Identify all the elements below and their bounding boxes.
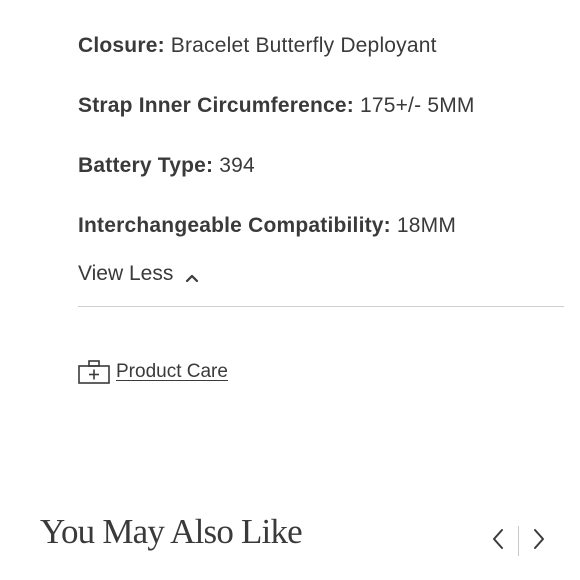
chevron-left-icon	[490, 527, 506, 556]
product-care-label: Product Care	[116, 361, 228, 382]
chevron-right-icon	[531, 527, 547, 556]
spec-row-battery-type: Battery Type: 394	[78, 136, 564, 196]
spec-row-strap-circumference: Strap Inner Circumference: 175+/- 5MM	[78, 76, 564, 136]
spec-value: 394	[219, 154, 255, 177]
product-care-link[interactable]: Product Care	[78, 358, 228, 386]
spec-label: Interchangeable Compatibility:	[78, 214, 391, 237]
spec-value: 18MM	[396, 214, 457, 237]
carousel-prev-button[interactable]	[484, 524, 512, 558]
spec-row-closure: Closure: Bracelet Butterfly Deployant	[78, 16, 564, 76]
carousel-nav-separator	[518, 526, 519, 556]
chevron-up-icon	[185, 267, 199, 283]
product-specs: Closure: Bracelet Butterfly Deployant St…	[78, 16, 564, 256]
spec-value: Bracelet Butterfly Deployant	[170, 34, 437, 57]
recommendations-title: You May Also Like	[40, 512, 303, 551]
spec-label: Closure:	[78, 34, 165, 57]
spec-label: Battery Type:	[78, 154, 214, 177]
view-less-label: View Less	[78, 262, 174, 285]
section-divider	[78, 306, 564, 307]
carousel-nav	[484, 524, 553, 558]
spec-value: 175+/- 5MM	[359, 94, 475, 117]
spec-label: Strap Inner Circumference:	[78, 94, 354, 117]
view-less-toggle[interactable]: View Less	[78, 256, 199, 292]
carousel-next-button[interactable]	[525, 524, 553, 558]
first-aid-kit-icon	[78, 360, 110, 384]
product-details-page: Closure: Bracelet Butterfly Deployant St…	[0, 0, 580, 580]
spec-row-interchangeable-compatibility: Interchangeable Compatibility: 18MM	[78, 196, 564, 256]
